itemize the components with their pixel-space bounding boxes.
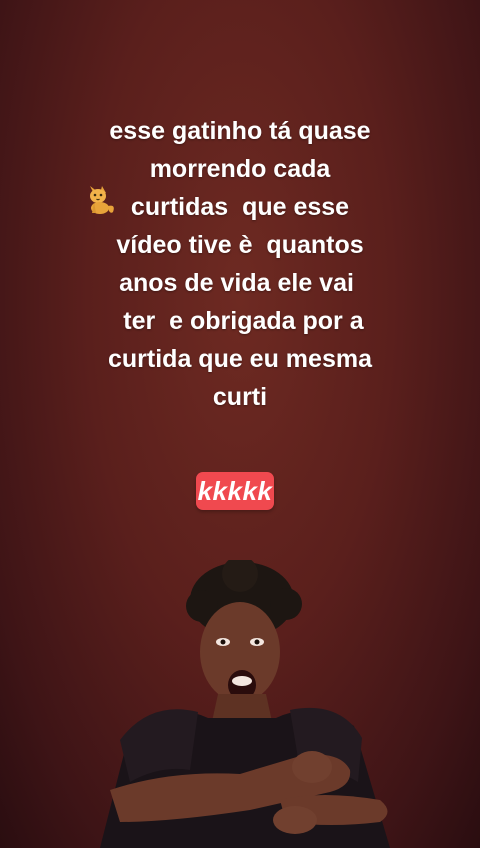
- story-screen[interactable]: esse gatinho tá quase morrendo cada curt…: [0, 0, 480, 848]
- caption-line: vídeo tive è quantos: [116, 231, 364, 259]
- kkkkk-sticker[interactable]: kkkkk: [196, 472, 274, 510]
- caption-line: morrendo cada: [149, 155, 331, 183]
- caption-line: ter e obrigada por a: [116, 307, 364, 335]
- story-caption: esse gatinho tá quase morrendo cada curt…: [0, 112, 480, 416]
- caption-line: curtidas que esse: [130, 193, 350, 221]
- caption-line: curtida que eu mesma: [108, 345, 372, 373]
- dancing-woman-gif-icon[interactable]: [90, 560, 410, 848]
- caption-line: curti: [212, 383, 268, 411]
- caption-line: anos de vida ele vai: [119, 269, 361, 297]
- cat-emoji-icon: [90, 186, 114, 214]
- caption-line: esse gatinho tá quase: [109, 117, 371, 145]
